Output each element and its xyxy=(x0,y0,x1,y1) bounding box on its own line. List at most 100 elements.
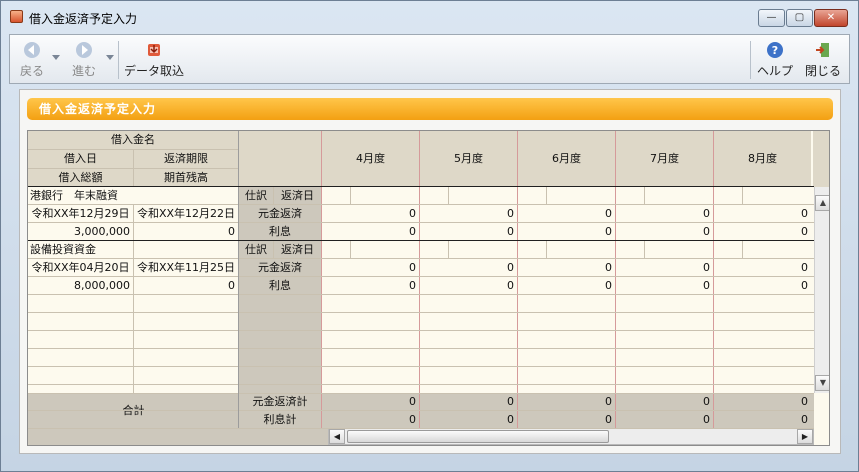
interest-cell[interactable]: 0 xyxy=(518,277,615,294)
total-interest-cell: 0 xyxy=(605,413,612,426)
cell-divider xyxy=(742,187,743,204)
interest-cell[interactable]: 0 xyxy=(616,223,713,240)
loan2-total[interactable]: 8,000,000 xyxy=(28,277,133,294)
row-divider xyxy=(28,428,814,429)
principal-cell[interactable]: 0 xyxy=(420,205,517,222)
toolbar: 戻る 進む データ取込 ? ヘルプ 閉じる xyxy=(9,34,850,84)
repayment-grid: 借入金名 借入日 返済期限 借入総額 期首残高 港銀行 年末融資 令和XX年12… xyxy=(27,130,830,446)
name-col-divider xyxy=(238,131,239,428)
cell-divider xyxy=(546,241,547,258)
forward-label: 進む xyxy=(71,64,96,78)
loan2-borrow-date[interactable]: 令和XX年04月20日 xyxy=(28,259,133,276)
close-window-button[interactable]: ✕ xyxy=(814,9,848,27)
loan2-interest-label: 利息 xyxy=(269,279,291,292)
interest-cell[interactable]: 0 xyxy=(714,277,811,294)
back-dropdown-icon[interactable] xyxy=(52,55,60,60)
help-button[interactable]: ? ヘルプ xyxy=(754,35,796,83)
horizontal-scrollbar[interactable]: ◀ ▶ xyxy=(328,428,814,445)
loan1-name[interactable]: 港銀行 年末融資 xyxy=(28,187,238,204)
row-divider xyxy=(28,312,814,313)
minimize-button[interactable]: — xyxy=(758,9,785,27)
close-label: 閉じる xyxy=(804,64,841,78)
total-principal-label: 元金返済計 xyxy=(252,395,308,408)
vertical-scrollbar[interactable]: ▲ ▼ xyxy=(814,187,829,393)
interest-cell[interactable]: 0 xyxy=(322,277,419,294)
cell-divider xyxy=(644,241,645,258)
interest-cell[interactable]: 0 xyxy=(420,277,517,294)
interest-cell[interactable]: 0 xyxy=(420,223,517,240)
principal-cell[interactable]: 0 xyxy=(518,259,615,276)
header-due-date: 返済期限 xyxy=(134,150,238,168)
horizontal-scroll-thumb[interactable] xyxy=(347,430,609,443)
total-principal-cell: 0 xyxy=(409,395,416,408)
month-header: 7月度 xyxy=(616,131,713,187)
principal-cell[interactable]: 0 xyxy=(322,205,419,222)
selection-outline xyxy=(28,186,814,187)
back-button[interactable]: 戻る xyxy=(12,35,52,83)
principal-cell[interactable]: 0 xyxy=(616,259,713,276)
principal-cell[interactable]: 0 xyxy=(616,205,713,222)
total-principal-cell: 0 xyxy=(801,395,808,408)
month-header: 5月度 xyxy=(420,131,517,187)
principal-cell[interactable]: 0 xyxy=(518,205,615,222)
total-interest-label: 利息計 xyxy=(263,413,297,426)
forward-dropdown-icon[interactable] xyxy=(106,55,114,60)
panel-title: 借入金返済予定入力 xyxy=(27,98,833,120)
back-arrow-icon xyxy=(24,42,40,58)
selection-outline xyxy=(28,240,814,241)
loan1-repay-date-label: 返済日 xyxy=(281,189,314,202)
cell-divider xyxy=(742,241,743,258)
cell-divider xyxy=(350,241,351,258)
cell-divider xyxy=(350,187,351,204)
loan2-principal-label: 元金返済 xyxy=(258,261,302,274)
loan1-balance[interactable]: 0 xyxy=(134,223,238,240)
month-header: 4月度 xyxy=(322,131,419,187)
scroll-right-icon[interactable]: ▶ xyxy=(797,429,813,444)
total-principal-cell: 0 xyxy=(703,395,710,408)
loan2-due-date[interactable]: 令和XX年11月25日 xyxy=(134,259,238,276)
principal-cell[interactable]: 0 xyxy=(714,205,811,222)
total-interest-cell: 0 xyxy=(801,413,808,426)
principal-cell[interactable]: 0 xyxy=(420,259,517,276)
principal-cell[interactable]: 0 xyxy=(322,259,419,276)
exit-door-icon xyxy=(816,43,829,57)
header-borrow-date: 借入日 xyxy=(28,150,133,168)
help-label: ヘルプ xyxy=(756,64,793,78)
total-interest-cell: 0 xyxy=(409,413,416,426)
header-loan-name: 借入金名 xyxy=(28,131,238,149)
scroll-left-icon[interactable]: ◀ xyxy=(329,429,345,444)
row-divider xyxy=(28,384,814,385)
cell-divider xyxy=(644,187,645,204)
close-button[interactable]: 閉じる xyxy=(799,35,847,83)
loan1-borrow-date[interactable]: 令和XX年12月29日 xyxy=(28,205,133,222)
footer-bottom-left xyxy=(28,428,328,445)
scroll-down-icon[interactable]: ▼ xyxy=(815,375,829,391)
interest-cell[interactable]: 0 xyxy=(518,223,615,240)
loan2-journal-label: 仕訳 xyxy=(245,243,267,256)
header-opening-balance: 期首残高 xyxy=(134,169,238,187)
data-import-button[interactable]: データ取込 xyxy=(122,35,186,83)
row-divider xyxy=(28,348,814,349)
toolbar-separator xyxy=(118,41,119,79)
maximize-button[interactable]: ▢ xyxy=(786,9,813,27)
interest-cell[interactable]: 0 xyxy=(322,223,419,240)
loan1-principal-label: 元金返済 xyxy=(258,207,302,220)
scroll-up-icon[interactable]: ▲ xyxy=(815,195,829,211)
loan1-due-date[interactable]: 令和XX年12月22日 xyxy=(134,205,238,222)
header-total-amount: 借入総額 xyxy=(28,169,133,187)
forward-button[interactable]: 進む xyxy=(62,35,106,83)
interest-cell[interactable]: 0 xyxy=(714,223,811,240)
loan2-balance[interactable]: 0 xyxy=(134,277,238,294)
help-icon: ? xyxy=(767,42,783,58)
interest-cell[interactable]: 0 xyxy=(616,277,713,294)
row-divider xyxy=(28,294,814,295)
label-sub-divider xyxy=(273,241,274,259)
month-header: 8月度 xyxy=(714,131,811,187)
header-filler xyxy=(813,131,829,187)
data-import-label: データ取込 xyxy=(123,64,184,78)
back-label: 戻る xyxy=(19,64,44,78)
cell-divider xyxy=(546,187,547,204)
title-bar[interactable]: 借入金返済予定入力 — ▢ ✕ xyxy=(1,1,858,31)
loan1-total[interactable]: 3,000,000 xyxy=(28,223,133,240)
principal-cell[interactable]: 0 xyxy=(714,259,811,276)
